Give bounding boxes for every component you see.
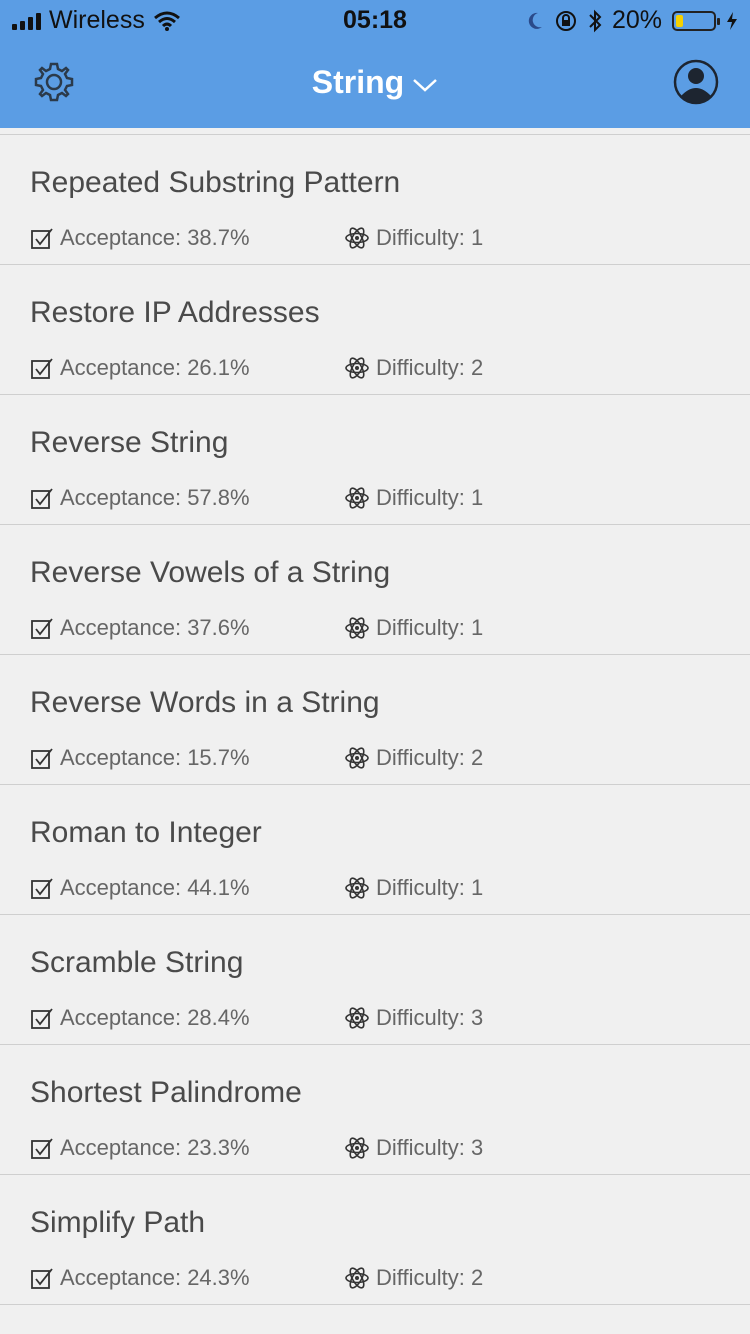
difficulty-text: Difficulty: 3 bbox=[376, 1135, 484, 1160]
battery-icon bbox=[672, 10, 720, 31]
difficulty-text: Difficulty: 2 bbox=[376, 745, 484, 770]
list-item[interactable]: Reverse Vowels of a String Acceptance: 3… bbox=[0, 525, 750, 655]
checkbox-checked-icon bbox=[31, 228, 53, 249]
difficulty: Difficulty: 1 bbox=[344, 485, 483, 511]
atom-icon bbox=[345, 747, 369, 769]
charging-icon bbox=[727, 11, 737, 30]
problem-title: Shortest Palindrome bbox=[30, 1076, 302, 1109]
list-item[interactable]: Roman to Integer Acceptance: 44.1% Diffi… bbox=[0, 785, 750, 915]
atom-icon bbox=[345, 357, 369, 379]
difficulty: Difficulty: 1 bbox=[344, 875, 483, 901]
checkbox-checked-icon bbox=[31, 488, 53, 509]
difficulty-text: Difficulty: 1 bbox=[376, 225, 484, 250]
nav-title-label: String bbox=[311, 64, 405, 100]
top-bar: Wireless 05:18 20% String bbox=[0, 0, 750, 128]
checkbox-checked-icon bbox=[31, 1008, 53, 1029]
acceptance: Acceptance: 44.1% bbox=[30, 875, 250, 901]
list-item[interactable]: Repeated Substring Pattern Acceptance: 3… bbox=[0, 135, 750, 265]
acceptance: Acceptance: 15.7% bbox=[30, 745, 250, 771]
difficulty: Difficulty: 2 bbox=[344, 745, 483, 771]
list-item[interactable]: Scramble String Acceptance: 28.4% Diffic… bbox=[0, 915, 750, 1045]
difficulty: Difficulty: 3 bbox=[344, 1005, 483, 1031]
problem-title: Scramble String bbox=[30, 946, 244, 979]
problem-title: Repeated Substring Pattern bbox=[30, 166, 401, 199]
difficulty-text: Difficulty: 3 bbox=[376, 1005, 484, 1030]
difficulty-text: Difficulty: 1 bbox=[376, 875, 484, 900]
acceptance: Acceptance: 28.4% bbox=[30, 1005, 250, 1031]
checkbox-checked-icon bbox=[31, 618, 53, 639]
difficulty-text: Difficulty: 2 bbox=[376, 1265, 484, 1290]
acceptance-text: Acceptance: 23.3% bbox=[60, 1135, 250, 1160]
acceptance-text: Acceptance: 26.1% bbox=[60, 355, 250, 380]
nav-title[interactable]: String bbox=[0, 64, 750, 101]
atom-icon bbox=[345, 617, 369, 639]
acceptance: Acceptance: 23.3% bbox=[30, 1135, 250, 1161]
problem-title: Roman to Integer bbox=[30, 816, 262, 849]
problem-list: Repeated Substring Pattern Acceptance: 3… bbox=[0, 134, 750, 1305]
bluetooth-icon bbox=[589, 9, 602, 32]
difficulty: Difficulty: 3 bbox=[344, 1135, 483, 1161]
difficulty-text: Difficulty: 1 bbox=[376, 485, 484, 510]
checkbox-checked-icon bbox=[31, 1138, 53, 1159]
acceptance-text: Acceptance: 15.7% bbox=[60, 745, 250, 770]
list-item[interactable]: Simplify Path Acceptance: 24.3% Difficul… bbox=[0, 1175, 750, 1305]
acceptance: Acceptance: 38.7% bbox=[30, 225, 250, 251]
atom-icon bbox=[345, 877, 369, 899]
atom-icon bbox=[345, 1137, 369, 1159]
battery-percent: 20% bbox=[611, 6, 662, 34]
acceptance: Acceptance: 37.6% bbox=[30, 615, 250, 641]
acceptance-text: Acceptance: 37.6% bbox=[60, 615, 250, 640]
problem-title: Reverse Words in a String bbox=[30, 686, 380, 719]
difficulty: Difficulty: 2 bbox=[344, 355, 483, 381]
atom-icon bbox=[345, 227, 369, 249]
difficulty-text: Difficulty: 1 bbox=[376, 615, 484, 640]
difficulty: Difficulty: 1 bbox=[344, 615, 483, 641]
acceptance: Acceptance: 26.1% bbox=[30, 355, 250, 381]
acceptance: Acceptance: 57.8% bbox=[30, 485, 250, 511]
list-item[interactable]: Restore IP Addresses Acceptance: 26.1% D… bbox=[0, 265, 750, 395]
chevron-down-icon bbox=[413, 78, 438, 92]
acceptance-text: Acceptance: 57.8% bbox=[60, 485, 250, 510]
atom-icon bbox=[345, 1267, 369, 1289]
rotation-lock-icon bbox=[555, 10, 576, 31]
problem-title: Simplify Path bbox=[30, 1206, 206, 1239]
problem-title: Restore IP Addresses bbox=[30, 296, 320, 329]
list-item[interactable]: Reverse String Acceptance: 57.8% Difficu… bbox=[0, 395, 750, 525]
list-item[interactable]: Shortest Palindrome Acceptance: 23.3% Di… bbox=[0, 1045, 750, 1175]
acceptance-text: Acceptance: 24.3% bbox=[60, 1265, 250, 1290]
moon-icon bbox=[528, 12, 542, 29]
acceptance-text: Acceptance: 38.7% bbox=[60, 225, 250, 250]
list-item[interactable]: Reverse Words in a String Acceptance: 15… bbox=[0, 655, 750, 785]
difficulty-text: Difficulty: 2 bbox=[376, 355, 484, 380]
acceptance-text: Acceptance: 28.4% bbox=[60, 1005, 250, 1030]
checkbox-checked-icon bbox=[31, 748, 53, 769]
difficulty: Difficulty: 1 bbox=[344, 225, 483, 251]
acceptance-text: Acceptance: 44.1% bbox=[60, 875, 250, 900]
atom-icon bbox=[345, 1007, 369, 1029]
user-avatar-icon[interactable] bbox=[672, 58, 720, 106]
checkbox-checked-icon bbox=[31, 1268, 53, 1289]
problem-title: Reverse Vowels of a String bbox=[30, 556, 391, 589]
difficulty: Difficulty: 2 bbox=[344, 1265, 483, 1291]
acceptance: Acceptance: 24.3% bbox=[30, 1265, 250, 1291]
atom-icon bbox=[345, 487, 369, 509]
status-bar: Wireless 05:18 20% bbox=[0, 0, 750, 40]
checkbox-checked-icon bbox=[31, 878, 53, 899]
checkbox-checked-icon bbox=[31, 358, 53, 379]
problem-title: Reverse String bbox=[30, 426, 229, 459]
